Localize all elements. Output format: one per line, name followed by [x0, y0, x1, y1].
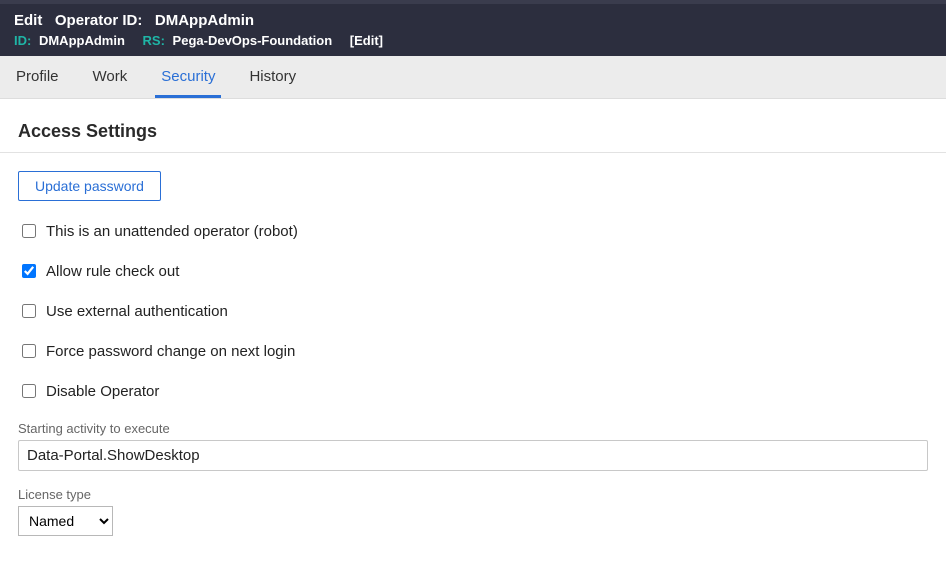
page-title: Edit Operator ID: DMAppAdmin	[14, 12, 932, 29]
id-label: ID:	[14, 33, 31, 48]
checkbox-unattended-operator[interactable]	[22, 224, 36, 238]
checkbox-force-pw-change[interactable]	[22, 344, 36, 358]
title-type: Operator ID:	[55, 12, 143, 29]
checkbox-label: This is an unattended operator (robot)	[46, 223, 298, 240]
tab-profile[interactable]: Profile	[10, 56, 65, 98]
license-type-label: License type	[18, 487, 928, 502]
title-name: DMAppAdmin	[155, 12, 254, 29]
checkbox-label: Force password change on next login	[46, 343, 295, 360]
tab-strip: Profile Work Security History	[0, 56, 946, 99]
security-panel: Access Settings Update password This is …	[0, 99, 946, 566]
rs-label: RS:	[143, 33, 165, 48]
edit-header: Edit Operator ID: DMAppAdmin ID: DMAppAd…	[0, 0, 946, 56]
tab-security[interactable]: Security	[155, 56, 221, 98]
checkbox-label: Disable Operator	[46, 383, 159, 400]
header-subline: ID: DMAppAdmin RS: Pega-DevOps-Foundatio…	[14, 33, 932, 48]
checkbox-row-allow-rule-checkout[interactable]: Allow rule check out	[18, 261, 928, 281]
section-title: Access Settings	[18, 121, 928, 142]
checkbox-row-disable-operator[interactable]: Disable Operator	[18, 381, 928, 401]
checkbox-row-external-auth[interactable]: Use external authentication	[18, 301, 928, 321]
checkbox-external-auth[interactable]	[22, 304, 36, 318]
checkbox-row-force-pw-change[interactable]: Force password change on next login	[18, 341, 928, 361]
license-type-select[interactable]: Named	[18, 506, 113, 536]
starting-activity-input[interactable]	[18, 440, 928, 471]
starting-activity-label: Starting activity to execute	[18, 421, 928, 436]
title-prefix: Edit	[14, 12, 42, 29]
tab-history[interactable]: History	[243, 56, 302, 98]
rs-value: Pega-DevOps-Foundation	[173, 33, 333, 48]
checkbox-allow-rule-checkout[interactable]	[22, 264, 36, 278]
section-divider	[0, 152, 946, 153]
checkbox-disable-operator[interactable]	[22, 384, 36, 398]
edit-link[interactable]: [Edit]	[350, 33, 383, 48]
checkbox-row-unattended-operator[interactable]: This is an unattended operator (robot)	[18, 221, 928, 241]
tab-work[interactable]: Work	[87, 56, 134, 98]
checkbox-label: Use external authentication	[46, 303, 228, 320]
starting-activity-field: Starting activity to execute	[18, 421, 928, 471]
update-password-button[interactable]: Update password	[18, 171, 161, 201]
checkbox-label: Allow rule check out	[46, 263, 179, 280]
license-type-field: License type Named	[18, 487, 928, 536]
id-value: DMAppAdmin	[39, 33, 125, 48]
access-checkbox-list: This is an unattended operator (robot) A…	[18, 221, 928, 401]
